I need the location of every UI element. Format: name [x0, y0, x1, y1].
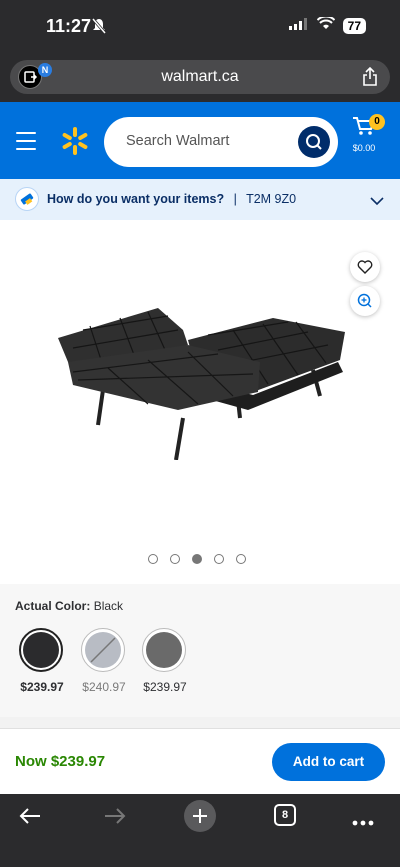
gallery-dot[interactable]	[148, 554, 158, 564]
forward-arrow-icon[interactable]	[103, 806, 127, 831]
swatch-price: $239.97	[143, 680, 187, 694]
delivery-question: How do you want your items?	[47, 192, 225, 206]
swatch-dark-grey[interactable]: $239.97	[142, 628, 188, 694]
swatch-color	[146, 632, 182, 668]
new-tab-plus-icon[interactable]	[184, 800, 216, 832]
tabs-count-button[interactable]: 8	[274, 804, 296, 826]
delivery-icon	[15, 187, 39, 211]
favorite-button[interactable]	[350, 252, 380, 282]
gallery-dot[interactable]	[170, 554, 180, 564]
product-image-gallery[interactable]	[0, 220, 400, 584]
delivery-options-bar[interactable]: How do you want your items? | T2M 9Z0	[0, 179, 400, 220]
url-bar[interactable]: N walmart.ca	[10, 60, 390, 94]
cart-total: $0.00	[352, 143, 376, 153]
add-to-cart-button[interactable]: Add to cart	[272, 743, 385, 781]
color-selected-value: Black	[93, 599, 124, 613]
zoom-button[interactable]	[350, 286, 380, 316]
more-options-icon[interactable]	[352, 813, 374, 831]
gallery-pagination	[148, 554, 246, 564]
signal-icon	[288, 17, 309, 35]
battery-icon: 77	[342, 18, 366, 34]
swatch-light-grey[interactable]: $240.97	[81, 628, 127, 694]
gallery-dot[interactable]	[214, 554, 224, 564]
search-placeholder: Search Walmart	[126, 133, 230, 149]
status-time: 11:27	[46, 16, 92, 36]
gallery-dot-active[interactable]	[192, 554, 202, 564]
hamburger-menu-icon[interactable]	[16, 132, 36, 156]
url-text[interactable]: walmart.ca	[10, 68, 390, 86]
wifi-icon	[316, 15, 335, 35]
cart-count-badge: 0	[369, 114, 385, 130]
status-bar: 11:27 77	[0, 0, 400, 56]
chevron-down-icon[interactable]	[370, 193, 384, 211]
swatch-circle[interactable]	[81, 628, 125, 672]
swatch-color	[85, 632, 121, 668]
browser-toolbar: 8	[0, 794, 400, 867]
futon-product-image	[48, 300, 348, 465]
search-input[interactable]: Search Walmart	[104, 117, 338, 167]
delivery-separator: |	[233, 192, 237, 206]
cart-button[interactable]: 0 $0.00	[352, 114, 385, 153]
color-label: Actual Color: Black	[15, 599, 123, 613]
back-arrow-icon[interactable]	[18, 806, 42, 831]
gallery-dot[interactable]	[236, 554, 246, 564]
share-icon[interactable]	[362, 66, 378, 92]
walmart-spark-logo[interactable]	[60, 126, 90, 161]
unavailable-slash-icon	[90, 637, 116, 663]
browser-url-bar-area: N walmart.ca	[0, 56, 400, 102]
search-button[interactable]	[298, 126, 330, 158]
color-label-title: Actual Color:	[15, 599, 91, 613]
delivery-prompt: How do you want your items? | T2M 9Z0	[47, 192, 296, 206]
color-variant-selector: Actual Color: Black $239.97 $240.97 $239…	[0, 584, 400, 717]
now-price: Now $239.97	[15, 753, 106, 770]
swatch-circle[interactable]	[19, 628, 63, 672]
section-divider	[0, 717, 400, 728]
swatch-black[interactable]: $239.97	[19, 628, 65, 694]
postal-code: T2M 9Z0	[246, 192, 297, 206]
purchase-bar: Now $239.97 Add to cart	[0, 728, 400, 794]
bell-muted-icon	[91, 18, 107, 39]
site-header: Search Walmart 0 $0.00	[0, 102, 400, 179]
swatch-circle[interactable]	[142, 628, 186, 672]
swatch-color	[23, 632, 59, 668]
